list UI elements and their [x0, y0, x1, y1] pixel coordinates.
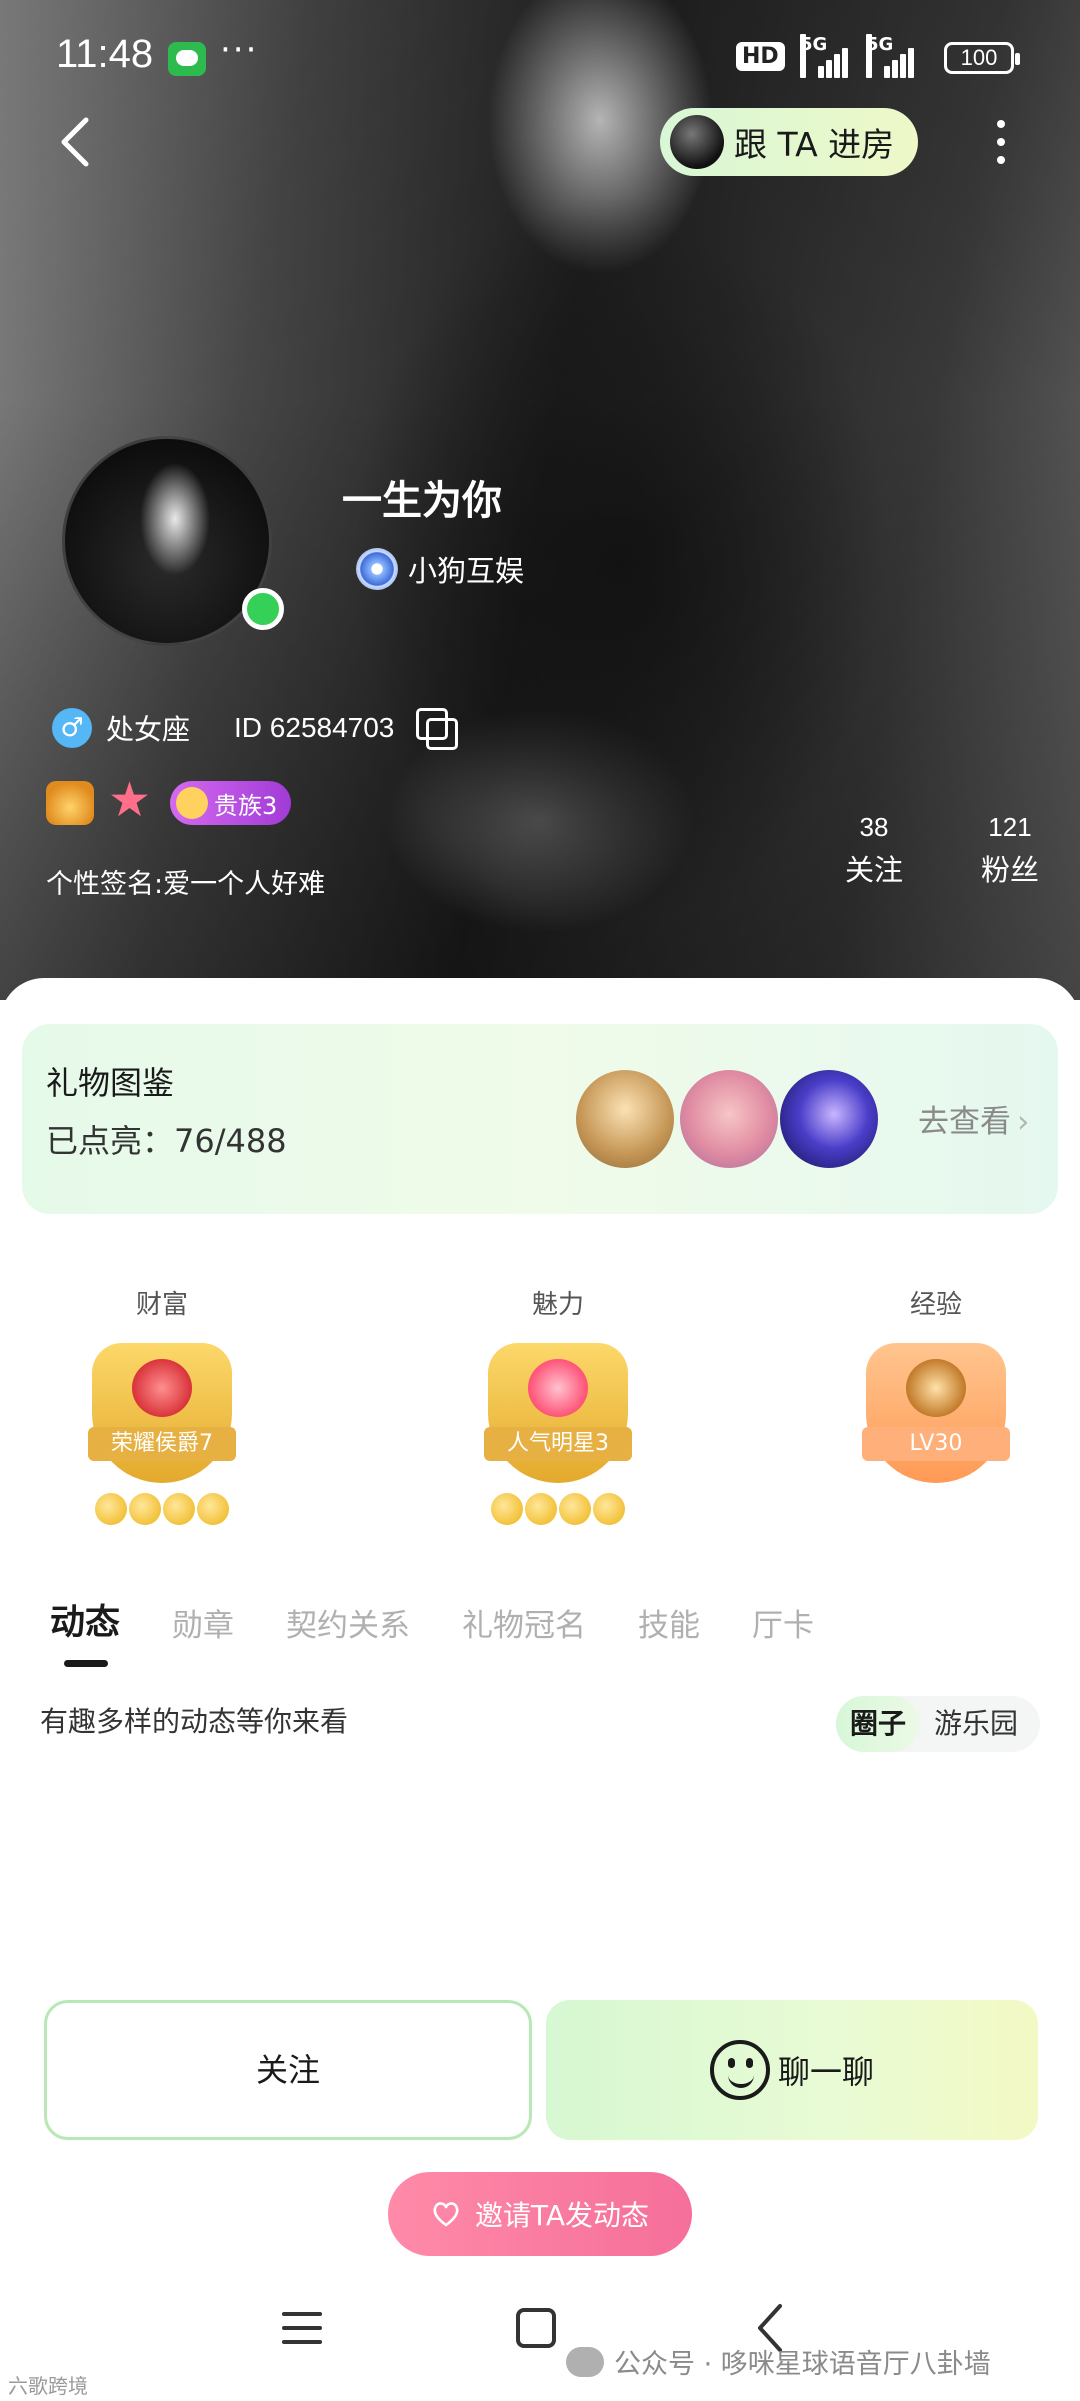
noble-crest-icon [176, 787, 208, 819]
tab-contract-relations[interactable]: 契约关系 [286, 1600, 410, 1645]
wechat-icon [566, 2346, 604, 2377]
signal-strength-icon-2: 5G [866, 34, 916, 78]
following-stat[interactable]: 38 关注 [842, 812, 906, 889]
message-notification-icon [168, 42, 206, 76]
noble-badge-label: 贵族3 [214, 791, 278, 820]
crown-icon [132, 1359, 192, 1417]
gift-thumbnail [576, 1070, 674, 1168]
badge-row: ★ 贵族3 [46, 772, 292, 828]
fans-label: 粉丝 [980, 853, 1039, 887]
active-tab-indicator [64, 1660, 108, 1667]
charm-level[interactable]: 魅力 人气明星3 [458, 1284, 658, 1527]
guild-tag[interactable]: 小狗互娱 [356, 548, 524, 590]
wealth-level-label: 财富 [135, 1290, 188, 1320]
experience-level-label: 经验 [909, 1290, 962, 1320]
following-count: 38 [859, 812, 889, 842]
male-gender-icon: ♂ [52, 708, 92, 748]
charm-level-label: 魅力 [531, 1290, 584, 1320]
gift-gallery-title: 礼物图鉴 [46, 1064, 175, 1102]
view-gift-gallery-link[interactable]: 去查看 › [918, 1096, 1029, 1141]
feed-segment-control: 圈子 游乐园 [836, 1696, 1040, 1752]
experience-level-title: LV30 [862, 1427, 1010, 1461]
star-icon [528, 1359, 588, 1417]
chat-button-label: 聊一聊 [777, 2053, 874, 2091]
wechat-watermark: 公众号 · 哆咪星球语音厅八卦墙 [566, 2342, 991, 2381]
gift-thumbnail [680, 1070, 778, 1168]
zodiac-sign: 处女座 [106, 713, 191, 746]
segment-playground[interactable]: 游乐园 [920, 1696, 1032, 1752]
charm-star-badge-icon[interactable]: ★ [108, 772, 156, 828]
status-bar: 11:48 ··· HD 5G 5G 100 [0, 28, 1080, 88]
follow-into-room-button[interactable]: 跟 TA 进房 [660, 108, 918, 176]
follow-button[interactable]: 关注 [44, 2000, 532, 2140]
segment-circle[interactable]: 圈子 [836, 1696, 921, 1752]
view-gift-gallery-label: 去查看 [918, 1104, 1011, 1140]
network-type-label-2: 5G [866, 34, 893, 78]
personal-signature: 个性签名:爱一个人好难 [46, 869, 326, 900]
charm-level-title: 人气明星3 [484, 1427, 632, 1461]
following-label: 关注 [844, 853, 903, 887]
invite-post-button[interactable]: 邀请TA发动态 [388, 2172, 692, 2256]
home-button[interactable] [516, 2308, 556, 2348]
guild-emblem-icon [356, 548, 398, 590]
tab-gift-naming[interactable]: 礼物冠名 [462, 1600, 586, 1645]
room-host-avatar [670, 115, 724, 169]
chat-button[interactable]: 聊一聊 [546, 2000, 1038, 2140]
fans-count: 121 [988, 812, 1032, 842]
gift-thumbnail [780, 1070, 878, 1168]
hd-voice-icon: HD [736, 42, 785, 71]
fans-stat[interactable]: 121 粉丝 [978, 812, 1042, 889]
wealth-level-title: 荣耀侯爵7 [88, 1427, 236, 1461]
invite-post-label: 邀请TA发动态 [474, 2199, 650, 2232]
wealth-level-badge: 荣耀侯爵7 [88, 1343, 236, 1483]
guild-name: 小狗互娱 [408, 554, 525, 588]
gift-gallery-progress: 已点亮：76/488 [46, 1122, 287, 1160]
more-notifications-icon: ··· [220, 30, 259, 70]
charm-level-badge: 人气明星3 [484, 1343, 632, 1483]
heart-icon [433, 2202, 459, 2227]
user-avatar[interactable] [62, 436, 272, 646]
tab-moments[interactable]: 动态 [50, 1594, 120, 1645]
brand-watermark: 六歌跨境 [8, 2374, 88, 2398]
experience-level[interactable]: 经验 LV30 [836, 1284, 1036, 1483]
tab-skills[interactable]: 技能 [638, 1600, 700, 1645]
recent-apps-button[interactable] [282, 2310, 322, 2346]
battery-icon: 100 [944, 42, 1020, 74]
experience-level-badge: LV30 [862, 1343, 1010, 1483]
wealth-level[interactable]: 财富 荣耀侯爵7 [62, 1284, 262, 1527]
watermark-text: 公众号 · 哆咪星球语音厅八卦墙 [614, 2349, 991, 2380]
chevron-right-icon: › [1017, 1104, 1030, 1140]
user-id: ID 62584703 [234, 712, 395, 743]
wealth-medal-icons [92, 1493, 232, 1527]
signal-strength-icon: 5G [800, 34, 850, 78]
wealth-crown-badge-icon[interactable] [46, 781, 94, 825]
user-meta-row: ♂ 处女座 ID 62584703 [52, 708, 459, 750]
smile-icon [709, 2040, 770, 2100]
feed-empty-hint: 有趣多样的动态等你来看 [40, 1705, 349, 1738]
network-type-label: 5G [800, 34, 827, 78]
copy-id-icon[interactable] [416, 708, 459, 750]
noble-level-badge[interactable]: 贵族3 [170, 781, 292, 825]
gem-icon [906, 1359, 966, 1417]
profile-tabs: 动态 勋章 契约关系 礼物冠名 技能 厅卡 [50, 1594, 866, 1645]
more-options-icon[interactable] [986, 116, 1016, 170]
user-nickname: 一生为你 [342, 478, 502, 524]
status-time: 11:48 [56, 32, 154, 76]
online-status-dot [242, 588, 284, 630]
tab-room-card[interactable]: 厅卡 [752, 1600, 814, 1645]
follow-into-room-label: 跟 TA 进房 [734, 125, 895, 164]
chevron-left-icon [61, 117, 89, 167]
charm-medal-icons [488, 1493, 628, 1527]
back-button[interactable] [50, 112, 100, 172]
tab-medals[interactable]: 勋章 [172, 1600, 234, 1645]
